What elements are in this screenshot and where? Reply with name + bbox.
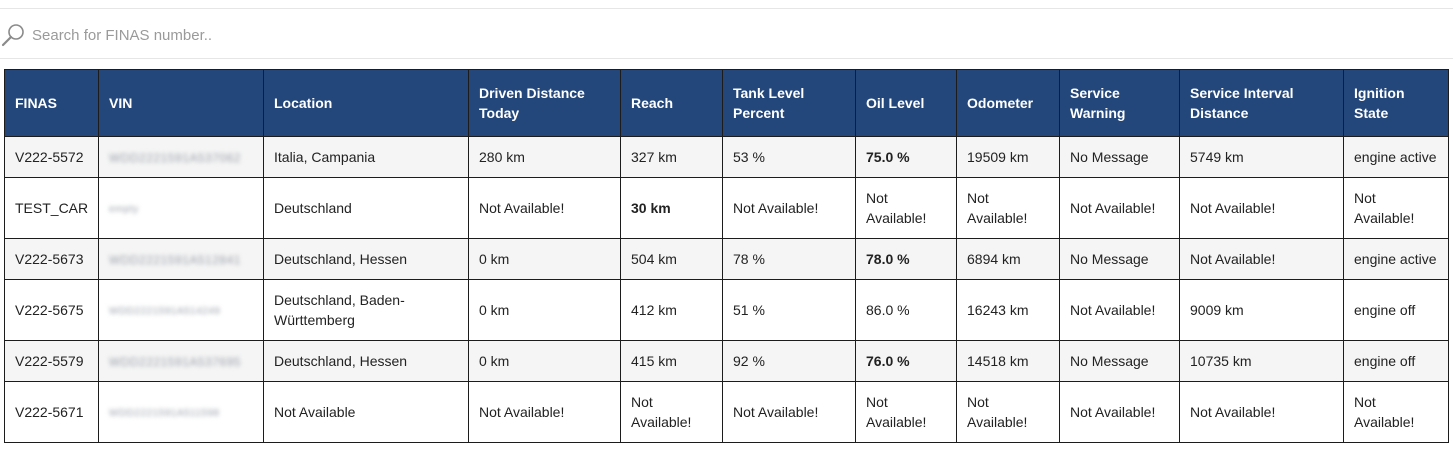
header-vin[interactable]: VIN: [98, 69, 264, 137]
cell-service-warning: No Message: [1059, 136, 1180, 178]
header-ignition-state[interactable]: Ignition State: [1343, 69, 1449, 137]
vin-value: WDD2221591A512841: [109, 252, 241, 267]
header-reach[interactable]: Reach: [620, 69, 723, 137]
cell-tank-level: Not Available!: [722, 177, 856, 239]
cell-driven-distance: Not Available!: [468, 381, 621, 443]
cell-tank-level: Not Available!: [722, 381, 856, 443]
cell-reach: 327 km: [620, 136, 723, 178]
cell-location: Deutschland, Hessen: [263, 340, 469, 382]
cell-ignition-state: Not Available!: [1343, 381, 1449, 443]
cell-vin: WDD2221591A537062: [98, 136, 264, 178]
cell-finas: V222-5579: [4, 340, 99, 382]
cell-vin: WDD2221591A511598: [98, 381, 264, 443]
search-divider: [0, 58, 1453, 59]
cell-reach: 412 km: [620, 279, 723, 341]
cell-oil-level: Not Available!: [855, 177, 957, 239]
cell-service-interval: 9009 km: [1179, 279, 1344, 341]
header-location[interactable]: Location: [263, 69, 469, 137]
header-finas[interactable]: FINAS: [4, 69, 99, 137]
cell-oil-level: 75.0 %: [855, 136, 957, 178]
cell-finas: V222-5673: [4, 238, 99, 280]
top-divider: [0, 8, 1453, 9]
cell-odometer: 6894 km: [956, 238, 1060, 280]
table-row[interactable]: V222-5671 WDD2221591A511598 Not Availabl…: [4, 381, 1449, 443]
cell-oil-level: Not Available!: [855, 381, 957, 443]
cell-ignition-state: engine off: [1343, 279, 1449, 341]
cell-service-warning: Not Available!: [1059, 279, 1180, 341]
cell-finas: V222-5572: [4, 136, 99, 178]
cell-location: Not Available: [263, 381, 469, 443]
cell-vin: WDD2221591A512841: [98, 238, 264, 280]
cell-odometer: 14518 km: [956, 340, 1060, 382]
cell-odometer: 19509 km: [956, 136, 1060, 178]
table-header-row: FINAS VIN Location Driven Distance Today…: [4, 69, 1449, 137]
table-row[interactable]: TEST_CAR empty Deutschland Not Available…: [4, 177, 1449, 239]
search-bar: [0, 18, 1453, 52]
cell-odometer: Not Available!: [956, 381, 1060, 443]
vin-value: WDD2221591A537695: [109, 354, 241, 369]
cell-location: Deutschland, Baden-Württemberg: [263, 279, 469, 341]
cell-driven-distance: 280 km: [468, 136, 621, 178]
vin-value: empty: [109, 203, 139, 215]
cell-ignition-state: Not Available!: [1343, 177, 1449, 239]
cell-service-warning: No Message: [1059, 238, 1180, 280]
cell-driven-distance: 0 km: [468, 340, 621, 382]
cell-reach: 415 km: [620, 340, 723, 382]
table-row[interactable]: V222-5675 WDD2221591A514249 Deutschland,…: [4, 279, 1449, 341]
cell-service-warning: No Message: [1059, 340, 1180, 382]
cell-ignition-state: engine active: [1343, 238, 1449, 280]
cell-tank-level: 53 %: [722, 136, 856, 178]
vehicle-table: FINAS VIN Location Driven Distance Today…: [4, 69, 1449, 443]
table-row[interactable]: V222-5572 WDD2221591A537062 Italia, Camp…: [4, 136, 1449, 178]
cell-vin: WDD2221591A514249: [98, 279, 264, 341]
cell-oil-level: 78.0 %: [855, 238, 957, 280]
cell-service-interval: Not Available!: [1179, 177, 1344, 239]
cell-finas: TEST_CAR: [4, 177, 99, 239]
header-tank-level-percent[interactable]: Tank Level Percent: [722, 69, 856, 137]
cell-tank-level: 51 %: [722, 279, 856, 341]
header-odometer[interactable]: Odometer: [956, 69, 1060, 137]
cell-tank-level: 78 %: [722, 238, 856, 280]
cell-reach: 504 km: [620, 238, 723, 280]
cell-location: Deutschland, Hessen: [263, 238, 469, 280]
cell-vin: empty: [98, 177, 264, 239]
search-input[interactable]: [30, 20, 634, 50]
cell-driven-distance: 0 km: [468, 238, 621, 280]
cell-oil-level: 76.0 %: [855, 340, 957, 382]
table-row[interactable]: V222-5673 WDD2221591A512841 Deutschland,…: [4, 238, 1449, 280]
table-row[interactable]: V222-5579 WDD2221591A537695 Deutschland,…: [4, 340, 1449, 382]
vin-value: WDD2221591A537062: [109, 150, 241, 165]
cell-reach: 30 km: [620, 177, 723, 239]
cell-driven-distance: 0 km: [468, 279, 621, 341]
cell-location: Italia, Campania: [263, 136, 469, 178]
cell-reach: Not Available!: [620, 381, 723, 443]
cell-service-interval: 5749 km: [1179, 136, 1344, 178]
cell-service-warning: Not Available!: [1059, 177, 1180, 239]
cell-odometer: Not Available!: [956, 177, 1060, 239]
header-oil-level[interactable]: Oil Level: [855, 69, 957, 137]
cell-oil-level: 86.0 %: [855, 279, 957, 341]
vin-value: WDD2221591A511598: [109, 407, 220, 419]
cell-service-interval: Not Available!: [1179, 381, 1344, 443]
cell-tank-level: 92 %: [722, 340, 856, 382]
cell-ignition-state: engine active: [1343, 136, 1449, 178]
header-service-warning[interactable]: Service Warning: [1059, 69, 1180, 137]
cell-ignition-state: engine off: [1343, 340, 1449, 382]
vin-value: WDD2221591A514249: [109, 305, 221, 317]
cell-service-interval: Not Available!: [1179, 238, 1344, 280]
cell-location: Deutschland: [263, 177, 469, 239]
cell-finas: V222-5675: [4, 279, 99, 341]
magnifier-icon: [0, 21, 28, 49]
cell-service-interval: 10735 km: [1179, 340, 1344, 382]
cell-vin: WDD2221591A537695: [98, 340, 264, 382]
cell-service-warning: Not Available!: [1059, 381, 1180, 443]
cell-finas: V222-5671: [4, 381, 99, 443]
cell-driven-distance: Not Available!: [468, 177, 621, 239]
header-driven-distance-today[interactable]: Driven Distance Today: [468, 69, 621, 137]
header-service-interval-distance[interactable]: Service Interval Distance: [1179, 69, 1344, 137]
cell-odometer: 16243 km: [956, 279, 1060, 341]
